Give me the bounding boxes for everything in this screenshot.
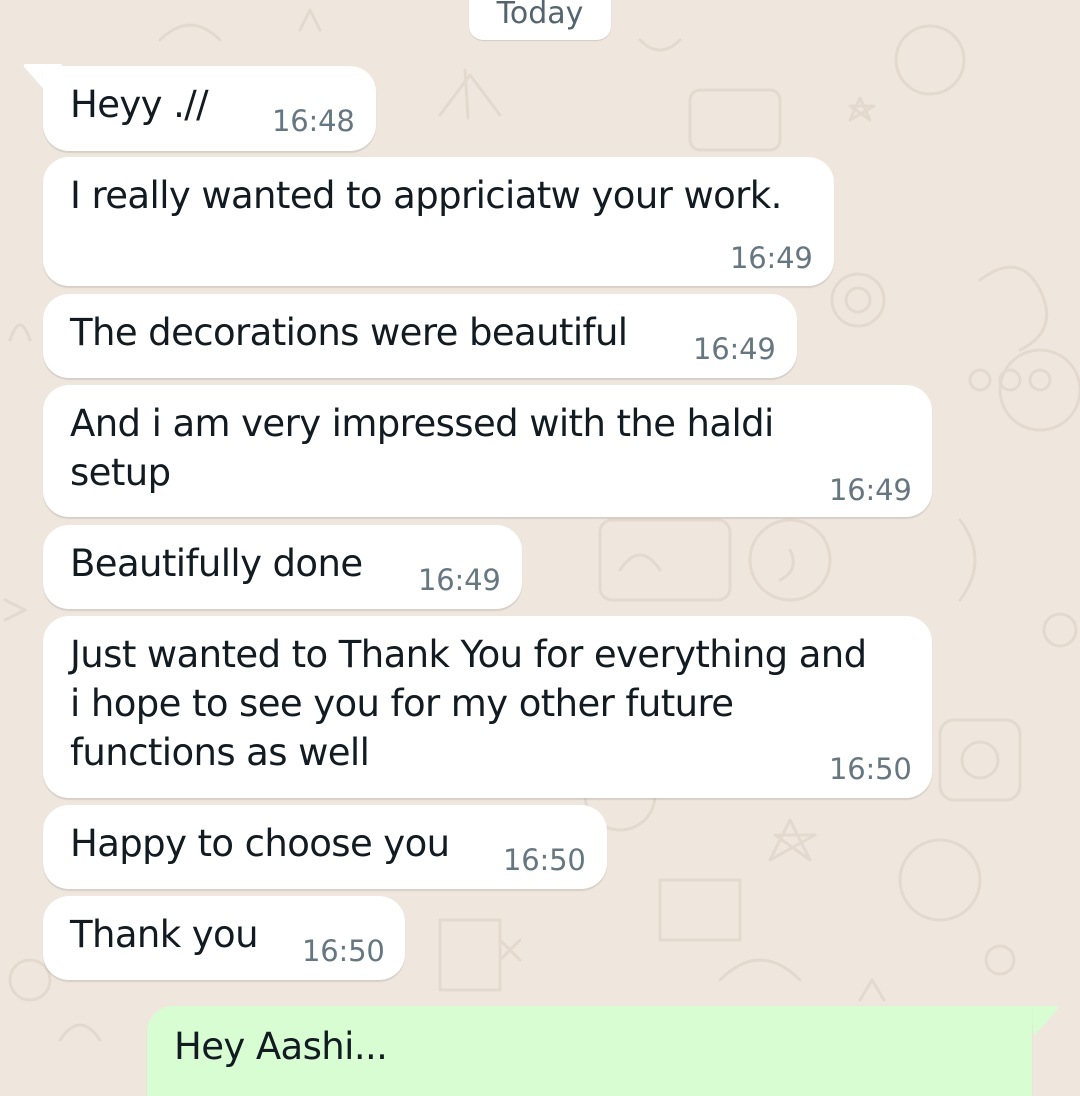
outgoing-bubble-tail [1030,1006,1059,1036]
date-label: Today [496,0,584,31]
message-bubble-incoming[interactable]: Thank you 16:50 [43,896,405,980]
message-timestamp: 16:48 [272,104,355,138]
message-timestamp: 16:49 [829,473,912,507]
message-text: I really wanted to appriciatw your work. [70,174,782,217]
message-text: Heyy .// [70,83,209,126]
message-bubble-outgoing[interactable]: Hey Aashi... [147,1006,1032,1096]
message-timestamp: 16:50 [829,752,912,786]
message-bubble-incoming[interactable]: Heyy .// 16:48 [43,66,376,151]
message-timestamp: 16:49 [693,332,776,366]
message-timestamp: 16:50 [503,843,586,877]
date-separator: Today [469,0,611,40]
message-timestamp: 16:49 [730,241,813,275]
message-text: And i am very impressed with the haldi s… [70,402,774,494]
message-bubble-incoming[interactable]: And i am very impressed with the haldi s… [43,385,932,517]
message-text: Beautifully done [70,542,363,585]
message-bubble-incoming[interactable]: Happy to choose you 16:50 [43,805,607,889]
message-text: The decorations were beautiful [70,311,628,354]
message-text: Thank you [70,913,259,956]
message-text: Just wanted to Thank You for everything … [70,633,867,774]
message-bubble-incoming[interactable]: The decorations were beautiful 16:49 [43,294,797,378]
message-text: Hey Aashi... [174,1025,388,1068]
message-timestamp: 16:50 [302,934,385,968]
message-text: Happy to choose you [70,822,450,865]
message-bubble-incoming[interactable]: Beautifully done 16:49 [43,525,522,609]
message-bubble-incoming[interactable]: Just wanted to Thank You for everything … [43,616,932,798]
message-timestamp: 16:49 [418,563,501,597]
message-bubble-incoming[interactable]: I really wanted to appriciatw your work.… [43,157,834,286]
